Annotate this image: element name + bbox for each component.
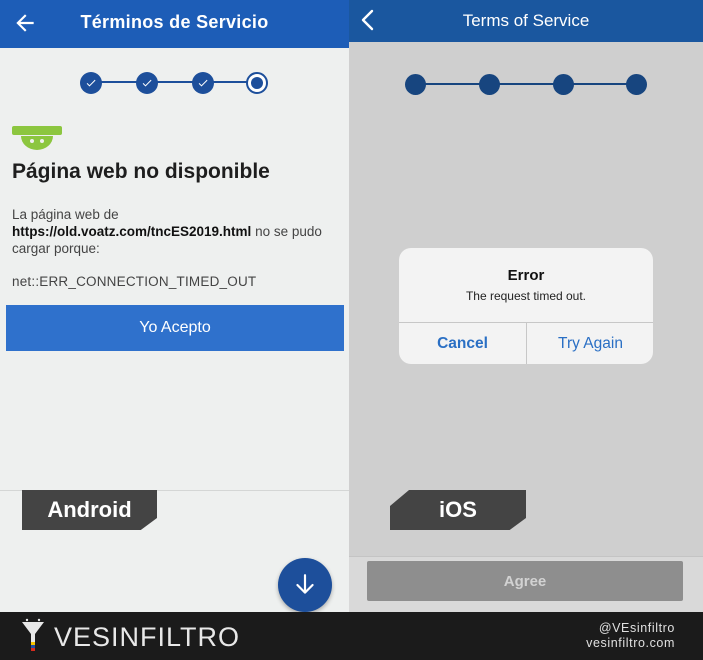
step-completed-3 xyxy=(192,72,214,94)
brand-contact: @VEsinfiltro vesinfiltro.com xyxy=(586,621,675,651)
brand-name: VESINFILTRO xyxy=(54,622,241,652)
step-3 xyxy=(553,74,574,95)
agree-button[interactable]: Agree xyxy=(367,561,683,601)
arrow-down-icon xyxy=(296,574,314,594)
ios-progress-stepper xyxy=(405,72,649,96)
error-body-prefix: La página web de xyxy=(12,207,119,222)
android-robot-icon xyxy=(12,126,62,150)
stepper-line xyxy=(415,83,639,85)
step-current xyxy=(246,72,268,94)
error-code: net::ERR_CONNECTION_TIMED_OUT xyxy=(12,274,257,289)
error-alert-dialog: Error The request timed out. Cancel Try … xyxy=(399,248,653,364)
ios-footer: Agree xyxy=(349,556,703,612)
funnel-logo-icon xyxy=(22,618,44,651)
chevron-left-icon[interactable] xyxy=(357,8,379,32)
accept-button[interactable]: Yo Acepto xyxy=(6,305,344,351)
step-2 xyxy=(479,74,500,95)
check-icon xyxy=(86,79,96,87)
ios-label: iOS xyxy=(390,490,526,530)
ios-page-title: Terms of Service xyxy=(462,11,590,30)
error-url: https://old.voatz.com/tncES2019.html xyxy=(12,224,252,239)
android-progress-stepper xyxy=(80,70,270,94)
alert-message: The request timed out. xyxy=(465,289,587,303)
android-label: Android xyxy=(22,490,157,530)
stepper-line xyxy=(90,81,260,83)
step-1 xyxy=(405,74,426,95)
brand-footer: VESINFILTRO @VEsinfiltro vesinfiltro.com xyxy=(0,612,703,660)
try-again-button[interactable]: Try Again xyxy=(527,323,653,364)
android-page-title: Términos de Servicio xyxy=(80,12,269,32)
scroll-down-button[interactable] xyxy=(278,558,332,612)
cancel-button[interactable]: Cancel xyxy=(399,323,526,364)
check-icon xyxy=(142,79,152,87)
alert-title: Error xyxy=(507,267,545,284)
check-icon xyxy=(198,79,208,87)
step-completed-2 xyxy=(136,72,158,94)
step-completed-1 xyxy=(80,72,102,94)
brand-site: vesinfiltro.com xyxy=(586,636,675,650)
step-4 xyxy=(626,74,647,95)
back-arrow-icon[interactable] xyxy=(12,10,38,36)
error-heading: Página web no disponible xyxy=(12,160,270,183)
ios-nav-bar: Terms of Service xyxy=(349,0,703,42)
brand-handle: @VEsinfiltro xyxy=(598,621,675,635)
error-description: La página web de https://old.voatz.com/t… xyxy=(12,206,337,257)
android-app-bar: Términos de Servicio xyxy=(0,0,349,48)
